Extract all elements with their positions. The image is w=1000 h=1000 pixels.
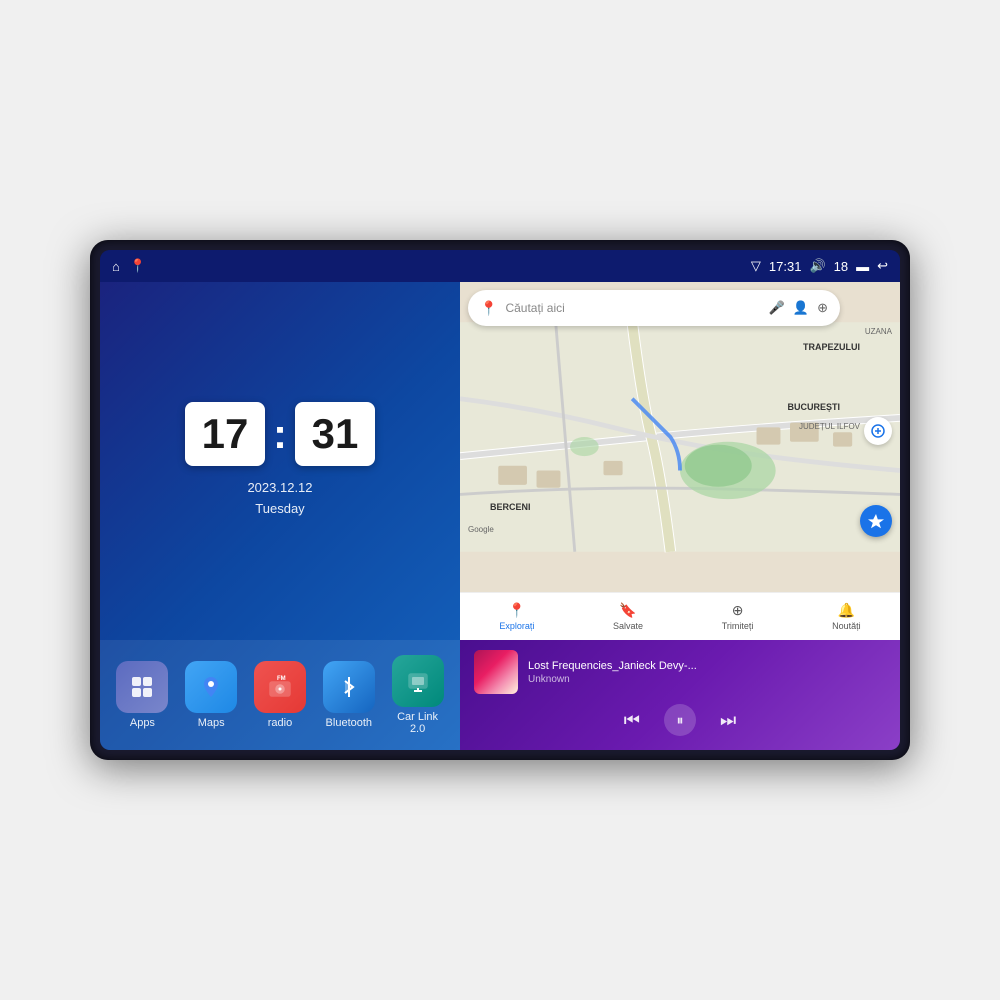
music-thumbnail (474, 650, 518, 694)
next-button[interactable]: ⏭ (720, 710, 736, 731)
apps-icon (116, 661, 168, 713)
music-title: Lost Frequencies_Janieck Devy-... (528, 660, 886, 672)
nav-salvate[interactable]: 🔖 Salvate (613, 602, 643, 631)
music-artist: Unknown (528, 674, 886, 685)
maps-status-icon[interactable]: 📍 (130, 258, 146, 274)
left-panel: 17 : 31 2023.12.12 Tuesday (100, 282, 460, 750)
noutăți-icon: 🔔 (838, 602, 855, 619)
app-item-maps[interactable]: Maps (179, 655, 244, 735)
google-label: Google (468, 525, 494, 534)
nav-trimiteți[interactable]: ⊕ Trimiteți (722, 602, 754, 631)
maps-icon (185, 661, 237, 713)
map-bottom-nav: 📍 Explorați 🔖 Salvate ⊕ Trimiteți 🔔 Nout… (460, 592, 900, 640)
map-section[interactable]: 📍 Căutați aici 🎤 👤 ⊕ UZANA TRAPEZULUI BU… (460, 282, 900, 592)
back-icon[interactable]: ↩ (877, 258, 888, 274)
status-time: 17:31 (769, 259, 802, 274)
clock-separator: : (273, 410, 287, 458)
uzana-label: UZANA (865, 327, 892, 336)
trapezului-label: TRAPEZULUI (803, 342, 860, 352)
apps-label: Apps (130, 717, 155, 729)
berceni-label: BERCENI (490, 502, 531, 512)
app-item-bluetooth[interactable]: Bluetooth (316, 655, 381, 735)
trimiteți-label: Trimiteți (722, 621, 754, 631)
status-bar-left: ⌂ 📍 (112, 258, 146, 274)
play-pause-button[interactable]: ⏸ (664, 704, 696, 736)
salvate-icon: 🔖 (619, 602, 636, 619)
prev-button[interactable]: ⏮ (624, 710, 640, 731)
map-search-text[interactable]: Căutați aici (505, 301, 760, 315)
bucuresti-label: BUCUREȘTI (787, 402, 840, 412)
carlink-label: Car Link 2.0 (389, 711, 446, 735)
right-panel: 📍 Căutați aici 🎤 👤 ⊕ UZANA TRAPEZULUI BU… (460, 282, 900, 750)
main-content: 17 : 31 2023.12.12 Tuesday (100, 282, 900, 750)
salvate-label: Salvate (613, 621, 643, 631)
map-zoom-button[interactable] (864, 417, 892, 445)
nav-noutăți[interactable]: 🔔 Noutăți (832, 602, 861, 631)
music-controls: ⏮ ⏸ ⏭ (474, 704, 886, 736)
app-item-apps[interactable]: Apps (110, 655, 175, 735)
map-pin-icon: 📍 (480, 300, 497, 317)
layers-icon[interactable]: ⊕ (817, 300, 828, 316)
app-bar: Apps Maps (100, 640, 460, 750)
radio-icon: FM (254, 661, 306, 713)
day-value: Tuesday (247, 499, 312, 520)
music-player: Lost Frequencies_Janieck Devy-... Unknow… (460, 640, 900, 750)
music-info: Lost Frequencies_Janieck Devy-... Unknow… (474, 650, 886, 694)
clock-widget: 17 : 31 2023.12.12 Tuesday (100, 282, 460, 640)
status-bar: ⌂ 📍 ▽ 17:31 🔊 18 ▬ ↩ (100, 250, 900, 282)
clock-minutes: 31 (295, 402, 375, 466)
explorați-icon: 📍 (508, 602, 525, 619)
app-item-radio[interactable]: FM radio (248, 655, 313, 735)
svg-text:FM: FM (277, 676, 286, 682)
app-item-carlink[interactable]: Car Link 2.0 (385, 649, 450, 741)
volume-level: 18 (834, 259, 848, 274)
volume-icon: 🔊 (809, 258, 825, 274)
map-search-bar[interactable]: 📍 Căutați aici 🎤 👤 ⊕ (468, 290, 840, 326)
account-icon[interactable]: 👤 (793, 300, 809, 316)
map-search-icons: 🎤 👤 ⊕ (769, 300, 828, 316)
clock-display: 17 : 31 (185, 402, 375, 466)
signal-icon: ▽ (751, 258, 761, 274)
date-value: 2023.12.12 (247, 478, 312, 499)
bluetooth-icon (323, 661, 375, 713)
clock-hours: 17 (185, 402, 265, 466)
music-thumb-image (474, 650, 518, 694)
screen: ⌂ 📍 ▽ 17:31 🔊 18 ▬ ↩ 17 : (100, 250, 900, 750)
bluetooth-label: Bluetooth (326, 717, 372, 729)
carlink-icon (392, 655, 444, 707)
ilfov-label: JUDEȚUL ILFOV (799, 422, 860, 431)
nav-explorați[interactable]: 📍 Explorați (499, 602, 534, 631)
music-text: Lost Frequencies_Janieck Devy-... Unknow… (528, 660, 886, 685)
device: ⌂ 📍 ▽ 17:31 🔊 18 ▬ ↩ 17 : (90, 240, 910, 760)
explorați-label: Explorați (499, 621, 534, 631)
mic-icon[interactable]: 🎤 (769, 300, 785, 316)
map-navigate-button[interactable] (860, 505, 892, 537)
maps-label: Maps (198, 717, 225, 729)
home-icon[interactable]: ⌂ (112, 259, 120, 274)
noutăți-label: Noutăți (832, 621, 861, 631)
battery-icon: ▬ (856, 259, 869, 274)
radio-label: radio (268, 717, 292, 729)
date-display: 2023.12.12 Tuesday (247, 478, 312, 520)
trimiteți-icon: ⊕ (732, 602, 744, 619)
status-bar-right: ▽ 17:31 🔊 18 ▬ ↩ (751, 258, 888, 274)
